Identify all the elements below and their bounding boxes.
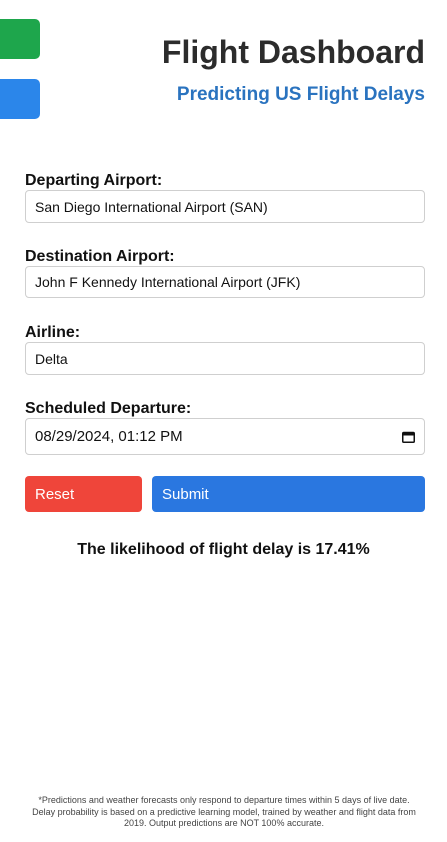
scheduled-departure-input[interactable]: 08/29/2024, 01:12 PM	[25, 418, 425, 455]
scheduled-departure-label: Scheduled Departure:	[25, 400, 192, 417]
airline-label: Airline:	[25, 324, 81, 341]
departing-airport-input[interactable]: San Diego International Airport (SAN)	[25, 190, 425, 223]
page-subtitle: Predicting US Flight Delays	[176, 84, 425, 105]
calendar-icon[interactable]	[402, 431, 415, 443]
blue-nav-tab[interactable]	[0, 79, 40, 119]
destination-airport-input[interactable]: John F Kennedy International Airport (JF…	[25, 266, 425, 298]
green-nav-tab[interactable]	[0, 19, 40, 59]
disclaimer-text: *Predictions and weather forecasts only …	[32, 795, 416, 828]
destination-airport-label: Destination Airport:	[25, 248, 175, 265]
departing-airport-value: San Diego International Airport (SAN)	[35, 198, 268, 215]
submit-button-label: Submit	[162, 485, 209, 503]
submit-button[interactable]: Submit	[152, 476, 425, 512]
departing-airport-label: Departing Airport:	[25, 172, 163, 189]
airline-value: Delta	[35, 350, 68, 367]
page-title: Flight Dashboard	[161, 34, 425, 70]
destination-airport-value: John F Kennedy International Airport (JF…	[35, 274, 301, 290]
reset-button[interactable]: Reset	[25, 476, 142, 512]
delay-prediction-result: The likelihood of flight delay is 17.41%	[77, 541, 370, 558]
scheduled-departure-value: 08/29/2024, 01:12 PM	[35, 428, 183, 445]
airline-input[interactable]: Delta	[25, 342, 425, 375]
reset-button-label: Reset	[35, 485, 75, 503]
